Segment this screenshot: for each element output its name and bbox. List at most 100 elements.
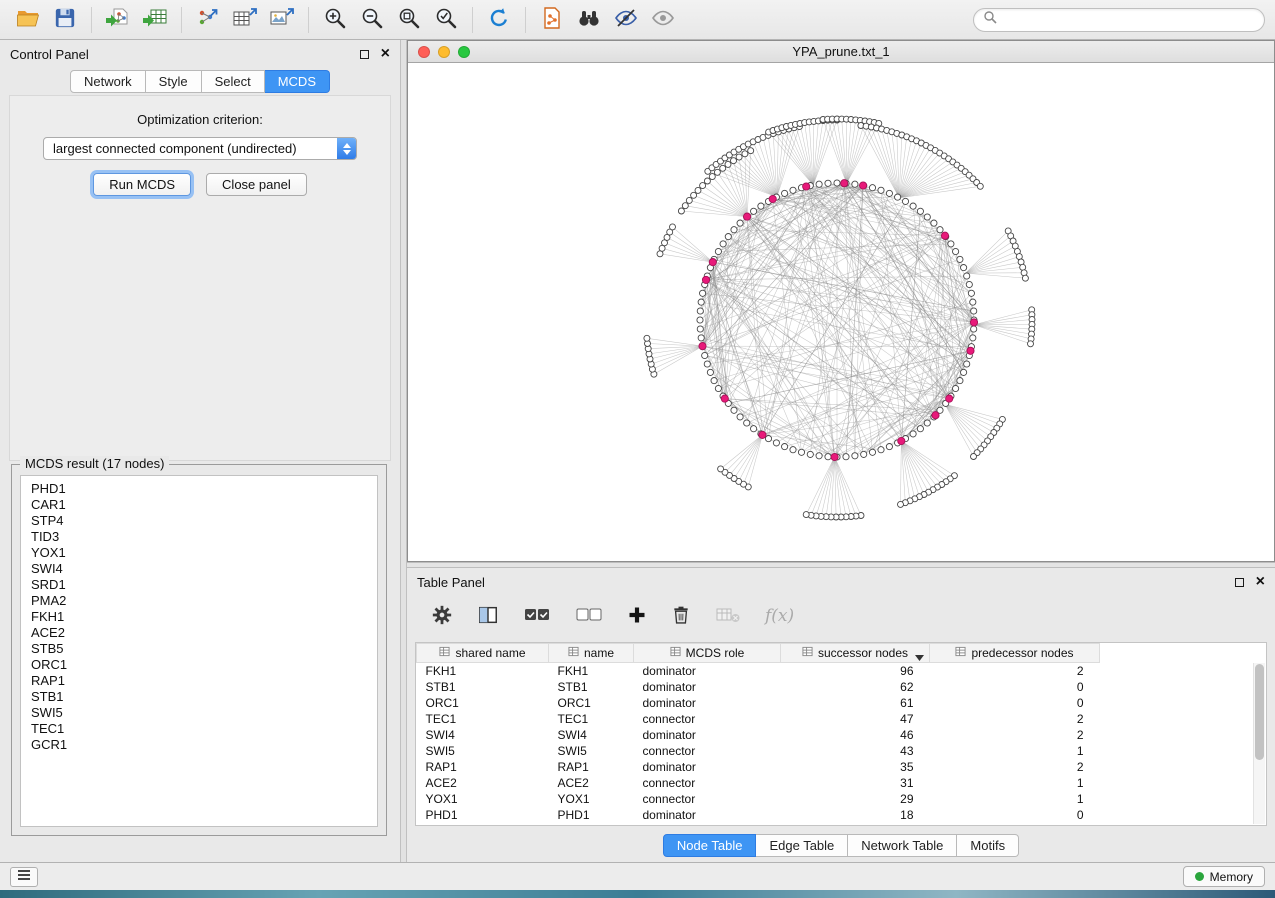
cell-successor-nodes[interactable]: 46	[781, 727, 930, 743]
zoom-fit-button[interactable]	[391, 4, 427, 36]
cell-predecessor-nodes[interactable]: 1	[930, 743, 1100, 759]
minimize-window-icon[interactable]	[438, 46, 450, 58]
cell-successor-nodes[interactable]: 31	[781, 775, 930, 791]
tab-select[interactable]: Select	[202, 70, 265, 93]
export-network-button[interactable]	[190, 4, 226, 36]
cell-shared-name[interactable]: SWI4	[417, 727, 549, 743]
cell-shared-name[interactable]: SWI5	[417, 743, 549, 759]
table-row[interactable]: YOX1YOX1connector291	[417, 791, 1100, 807]
select-all-rows-button[interactable]	[521, 603, 553, 630]
cell-mcds-role[interactable]: connector	[634, 791, 781, 807]
table-settings-button[interactable]	[429, 602, 455, 631]
run-mcds-button[interactable]: Run MCDS	[93, 173, 191, 196]
mcds-result-item[interactable]: ACE2	[31, 625, 367, 641]
vertical-splitter[interactable]	[400, 40, 407, 862]
cell-mcds-role[interactable]: connector	[634, 743, 781, 759]
cell-name[interactable]: FKH1	[549, 663, 634, 679]
table-row[interactable]: SWI4SWI4dominator462	[417, 727, 1100, 743]
delete-table-button-disabled[interactable]	[713, 603, 743, 630]
cell-shared-name[interactable]: ORC1	[417, 695, 549, 711]
mcds-result-item[interactable]: SWI4	[31, 561, 367, 577]
cell-predecessor-nodes[interactable]: 0	[930, 807, 1100, 823]
tab-style[interactable]: Style	[146, 70, 202, 93]
mcds-result-item[interactable]: STP4	[31, 513, 367, 529]
close-panel-button[interactable]: Close panel	[206, 173, 307, 196]
cell-mcds-role[interactable]: dominator	[634, 695, 781, 711]
toggle-graphics-details-button[interactable]	[608, 4, 644, 36]
cell-successor-nodes[interactable]: 43	[781, 743, 930, 759]
close-window-icon[interactable]	[418, 46, 430, 58]
cell-successor-nodes[interactable]: 61	[781, 695, 930, 711]
table-scrollbar[interactable]	[1253, 663, 1265, 824]
mcds-result-item[interactable]: PMA2	[31, 593, 367, 609]
cell-predecessor-nodes[interactable]: 2	[930, 663, 1100, 679]
cell-name[interactable]: STB1	[549, 679, 634, 695]
deselect-all-rows-button[interactable]	[573, 603, 605, 630]
table-row[interactable]: TEC1TEC1connector472	[417, 711, 1100, 727]
column-header-mcds-role[interactable]: MCDS role	[634, 644, 781, 663]
cell-shared-name[interactable]: STB1	[417, 679, 549, 695]
table-row[interactable]: STB1STB1dominator620	[417, 679, 1100, 695]
open-session-button[interactable]	[10, 4, 46, 36]
network-canvas[interactable]	[408, 63, 1274, 561]
cell-name[interactable]: TEC1	[549, 711, 634, 727]
column-header-predecessor-nodes[interactable]: predecessor nodes	[930, 644, 1100, 663]
table-row[interactable]: RAP1RAP1dominator352	[417, 759, 1100, 775]
panel-menu-button[interactable]	[10, 867, 38, 887]
tab-network-table[interactable]: Network Table	[848, 834, 957, 857]
cell-predecessor-nodes[interactable]: 1	[930, 791, 1100, 807]
tab-edge-table[interactable]: Edge Table	[756, 834, 848, 857]
mcds-result-item[interactable]: YOX1	[31, 545, 367, 561]
cell-successor-nodes[interactable]: 18	[781, 807, 930, 823]
cell-name[interactable]: SWI4	[549, 727, 634, 743]
cell-predecessor-nodes[interactable]: 2	[930, 759, 1100, 775]
search-input[interactable]	[1003, 12, 1255, 27]
tab-mcds[interactable]: MCDS	[265, 70, 330, 93]
mcds-result-item[interactable]: TID3	[31, 529, 367, 545]
criterion-dropdown[interactable]: largest connected component (undirected)	[43, 137, 357, 160]
save-session-button[interactable]	[47, 4, 83, 36]
add-column-button[interactable]	[625, 603, 649, 630]
cell-shared-name[interactable]: YOX1	[417, 791, 549, 807]
mcds-result-item[interactable]: FKH1	[31, 609, 367, 625]
tab-node-table[interactable]: Node Table	[663, 834, 757, 857]
delete-column-button[interactable]	[669, 602, 693, 631]
cell-name[interactable]: YOX1	[549, 791, 634, 807]
memory-button[interactable]: Memory	[1183, 866, 1265, 887]
mcds-result-item[interactable]: STB1	[31, 689, 367, 705]
export-table-button[interactable]	[227, 4, 263, 36]
cell-predecessor-nodes[interactable]: 0	[930, 695, 1100, 711]
cell-mcds-role[interactable]: dominator	[634, 679, 781, 695]
column-header-shared-name[interactable]: shared name	[417, 644, 549, 663]
zoom-out-button[interactable]	[354, 4, 390, 36]
find-button[interactable]	[571, 4, 607, 36]
network-window-titlebar[interactable]: YPA_prune.txt_1	[408, 41, 1274, 63]
mcds-result-item[interactable]: RAP1	[31, 673, 367, 689]
show-columns-button[interactable]	[475, 602, 501, 631]
import-table-button[interactable]	[137, 4, 173, 36]
mcds-result-item[interactable]: PHD1	[31, 481, 367, 497]
table-row[interactable]: PHD1PHD1dominator180	[417, 807, 1100, 823]
cell-predecessor-nodes[interactable]: 1	[930, 775, 1100, 791]
mcds-result-item[interactable]: SWI5	[31, 705, 367, 721]
import-network-button[interactable]	[100, 4, 136, 36]
apply-layout-button[interactable]	[481, 4, 517, 36]
cell-name[interactable]: SWI5	[549, 743, 634, 759]
mcds-result-item[interactable]: SRD1	[31, 577, 367, 593]
cell-shared-name[interactable]: RAP1	[417, 759, 549, 775]
cell-name[interactable]: PHD1	[549, 807, 634, 823]
cell-mcds-role[interactable]: dominator	[634, 807, 781, 823]
mcds-result-item[interactable]: TEC1	[31, 721, 367, 737]
maximize-window-icon[interactable]	[458, 46, 470, 58]
scrollbar-thumb[interactable]	[1255, 664, 1264, 760]
tab-motifs[interactable]: Motifs	[957, 834, 1019, 857]
close-panel-icon[interactable]: ×	[381, 46, 390, 62]
column-header-successor-nodes[interactable]: successor nodes	[781, 644, 930, 663]
column-header-name[interactable]: name	[549, 644, 634, 663]
search-box[interactable]	[973, 8, 1265, 32]
share-document-button[interactable]	[534, 4, 570, 36]
mcds-result-item[interactable]: GCR1	[31, 737, 367, 753]
chevron-down-icon[interactable]	[915, 650, 924, 663]
cell-mcds-role[interactable]: dominator	[634, 663, 781, 679]
table-row[interactable]: FKH1FKH1dominator962	[417, 663, 1100, 679]
